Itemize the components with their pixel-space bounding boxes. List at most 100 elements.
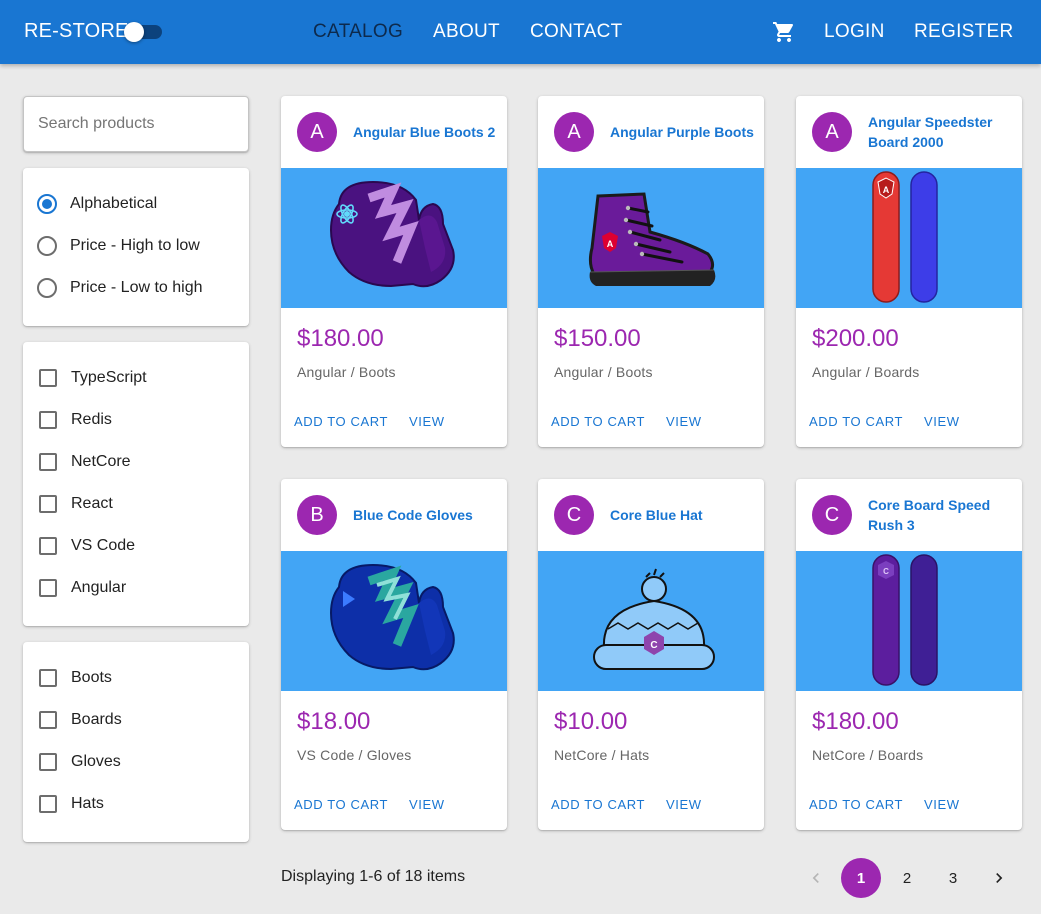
login-link[interactable]: LOGIN [824,21,885,43]
type-filter-hats[interactable]: Hats [37,792,104,816]
chevron-left-icon[interactable] [796,858,836,898]
switch-thumb [124,22,144,42]
product-price: $180.00 [812,708,899,735]
shopping-cart-icon[interactable] [772,20,796,44]
checkbox-icon[interactable] [39,753,57,771]
add-to-cart-button[interactable]: ADD TO CART [809,414,903,429]
sort-option-alphabetical[interactable]: Alphabetical [37,192,157,216]
brand-filter-angular[interactable]: Angular [37,576,126,600]
product-category: Angular / Boards [812,364,920,380]
view-button[interactable]: VIEW [409,797,445,812]
brand-label: React [71,495,113,512]
add-to-cart-button[interactable]: ADD TO CART [551,797,645,812]
add-to-cart-button[interactable]: ADD TO CART [551,414,645,429]
product-name[interactable]: Angular Blue Boots 2 [353,110,498,154]
nav-contact[interactable]: CONTACT [530,21,623,43]
product-name[interactable]: Core Board Speed Rush 3 [868,493,1013,537]
type-filter-gloves[interactable]: Gloves [37,750,121,774]
avatar: A [554,112,594,152]
product-price: $18.00 [297,708,371,735]
radio-unselected-icon[interactable] [37,236,57,256]
sort-option-label: Alphabetical [70,195,158,212]
product-name[interactable]: Blue Code Gloves [353,493,498,537]
product-card: A Angular Blue Boots 2 $180.00 Angular /… [281,96,507,447]
view-button[interactable]: VIEW [409,414,445,429]
add-to-cart-button[interactable]: ADD TO CART [809,797,903,812]
sort-option-price-asc[interactable]: Price - Low to high [37,276,203,300]
product-image [281,551,507,691]
checkbox-icon[interactable] [39,411,57,429]
product-name[interactable]: Angular Purple Boots [610,110,755,154]
product-image: C [538,551,764,691]
product-card: A Angular Speedster Board 2000 A $200.00… [796,96,1022,447]
avatar: C [554,495,594,535]
view-button[interactable]: VIEW [666,797,702,812]
type-label: Boots [71,669,112,686]
sort-option-price-desc[interactable]: Price - High to low [37,234,200,258]
product-name[interactable]: Angular Speedster Board 2000 [868,110,1013,154]
checkbox-icon[interactable] [39,495,57,513]
add-to-cart-button[interactable]: ADD TO CART [294,414,388,429]
product-category: Angular / Boots [297,364,396,380]
product-card: A Angular Purple Boots A $150.00 Angular… [538,96,764,447]
nav-catalog[interactable]: CATALOG [313,21,403,43]
brand-label: NetCore [71,453,131,470]
card-actions: ADD TO CART VIEW [551,414,723,429]
page-button-2[interactable]: 2 [887,858,927,898]
card-actions: ADD TO CART VIEW [809,797,981,812]
brand-label: VS Code [71,537,136,554]
product-image: A [538,168,764,308]
checkbox-icon[interactable] [39,369,57,387]
app-bar: RE-STORE CATALOG ABOUT CONTACT LOGIN REG… [0,0,1041,64]
sort-options-panel: Alphabetical Price - High to low Price -… [23,168,249,326]
type-filter-panel: Boots Boards Gloves Hats [23,642,249,842]
search-box [23,96,249,152]
brand-filter-netcore[interactable]: NetCore [37,450,131,474]
brand-filter-redis[interactable]: Redis [37,408,112,432]
checkbox-icon[interactable] [39,795,57,813]
dark-mode-switch[interactable] [124,22,164,42]
view-button[interactable]: VIEW [666,414,702,429]
product-price: $180.00 [297,325,384,352]
brand-filter-react[interactable]: React [37,492,113,516]
items-count-text: Displaying 1-6 of 18 items [281,868,466,885]
checkbox-icon[interactable] [39,453,57,471]
svg-text:A: A [607,239,614,249]
avatar: A [812,112,852,152]
page-button-1[interactable]: 1 [841,858,881,898]
svg-text:C: C [650,640,657,651]
register-link[interactable]: REGISTER [914,21,1014,43]
chevron-right-icon[interactable] [979,858,1019,898]
brand-label: TypeScript [71,369,147,386]
brand-filter-typescript[interactable]: TypeScript [37,366,147,390]
brand-title[interactable]: RE-STORE [24,20,129,43]
type-label: Boards [71,711,122,728]
avatar: B [297,495,337,535]
view-button[interactable]: VIEW [924,797,960,812]
brand-label: Angular [71,579,127,596]
card-actions: ADD TO CART VIEW [551,797,723,812]
card-actions: ADD TO CART VIEW [294,797,466,812]
brand-filter-vscode[interactable]: VS Code [37,534,135,558]
view-button[interactable]: VIEW [924,414,960,429]
type-filter-boards[interactable]: Boards [37,708,122,732]
checkbox-icon[interactable] [39,579,57,597]
radio-unselected-icon[interactable] [37,278,57,298]
avatar: C [812,495,852,535]
type-filter-boots[interactable]: Boots [37,666,112,690]
product-name[interactable]: Core Blue Hat [610,493,755,537]
checkbox-icon[interactable] [39,669,57,687]
nav-about[interactable]: ABOUT [433,21,500,43]
type-label: Gloves [71,753,121,770]
product-card: C Core Blue Hat C $10.00 NetCore / Hats … [538,479,764,830]
product-category: VS Code / Gloves [297,747,412,763]
checkbox-icon[interactable] [39,537,57,555]
page-button-3[interactable]: 3 [933,858,973,898]
search-input[interactable] [24,97,248,151]
product-price: $10.00 [554,708,628,735]
add-to-cart-button[interactable]: ADD TO CART [294,797,388,812]
product-price: $150.00 [554,325,641,352]
checkbox-icon[interactable] [39,711,57,729]
radio-selected-icon[interactable] [37,194,57,214]
brand-label: Redis [71,411,112,428]
